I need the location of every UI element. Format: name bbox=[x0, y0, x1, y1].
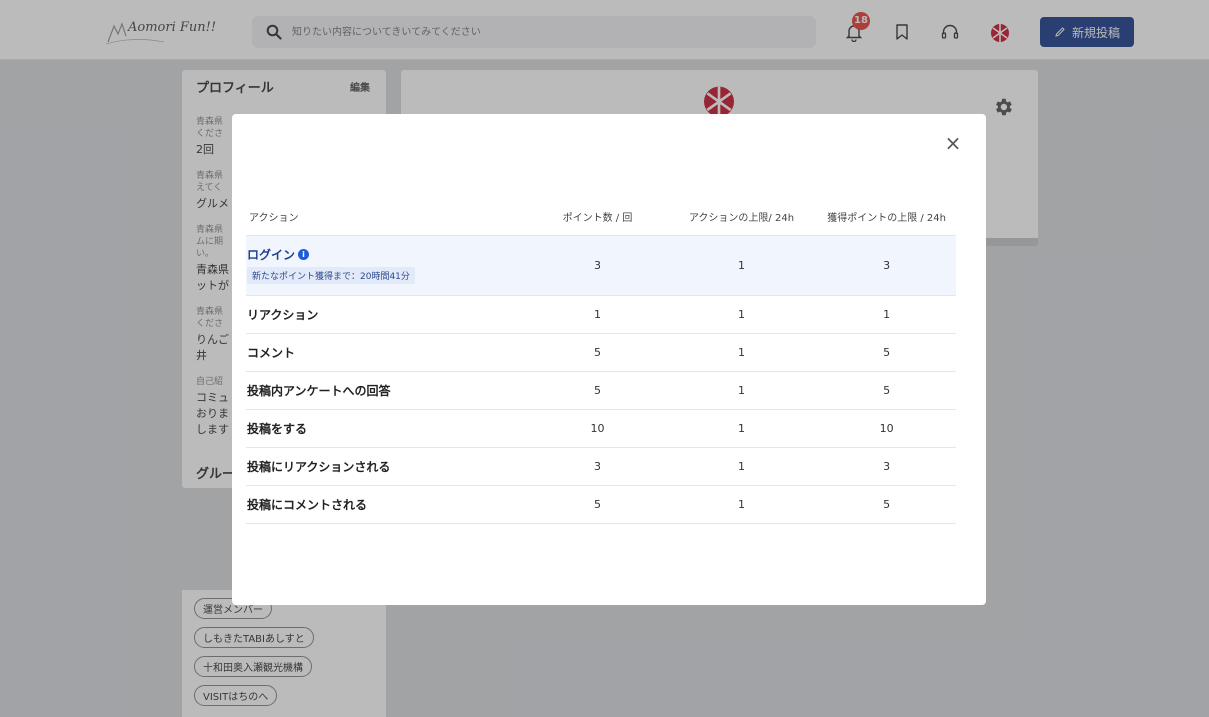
action-limit-cell: 1 bbox=[665, 371, 818, 410]
points-table: アクション ポイント数 / 回 アクションの上限/ 24h 獲得ポイントの上限 … bbox=[246, 198, 956, 524]
table-row: リアクション 1 1 1 bbox=[246, 295, 956, 334]
column-header-action-limit: アクションの上限/ 24h bbox=[665, 198, 818, 236]
action-limit-cell: 1 bbox=[665, 485, 818, 524]
next-point-countdown: 新たなポイント獲得まで：20時間41分 bbox=[247, 267, 415, 284]
points-limit-cell: 3 bbox=[817, 447, 956, 486]
points-limit-cell: 5 bbox=[817, 485, 956, 524]
action-cell: ログイン i 新たなポイント獲得まで：20時間41分 bbox=[246, 235, 530, 296]
table-row: 投稿にリアクションされる 3 1 3 bbox=[246, 447, 956, 486]
points-cell: 5 bbox=[529, 371, 666, 410]
info-icon[interactable]: i bbox=[298, 249, 310, 260]
action-cell: 投稿にリアクションされる bbox=[246, 447, 530, 486]
points-cell: 5 bbox=[529, 485, 666, 524]
points-limit-cell: 5 bbox=[817, 371, 956, 410]
action-limit-cell: 1 bbox=[665, 333, 818, 372]
login-label: ログイン bbox=[247, 248, 296, 262]
action-cell: コメント bbox=[246, 333, 530, 372]
points-limit-cell: 1 bbox=[817, 295, 956, 334]
action-limit-cell: 1 bbox=[665, 447, 818, 486]
action-limit-cell: 1 bbox=[665, 295, 818, 334]
column-header-action: アクション bbox=[246, 198, 530, 236]
action-cell: 投稿をする bbox=[246, 409, 530, 448]
action-cell: 投稿内アンケートへの回答 bbox=[246, 371, 530, 410]
table-header-row: アクション ポイント数 / 回 アクションの上限/ 24h 獲得ポイントの上限 … bbox=[246, 198, 956, 236]
table-row: コメント 5 1 5 bbox=[246, 333, 956, 372]
action-cell: 投稿にコメントされる bbox=[246, 485, 530, 524]
login-action[interactable]: ログイン i bbox=[247, 246, 310, 263]
points-cell: 3 bbox=[529, 235, 666, 296]
points-limit-cell: 10 bbox=[817, 409, 956, 448]
points-cell: 5 bbox=[529, 333, 666, 372]
table-row: ログイン i 新たなポイント獲得まで：20時間41分 3 1 3 bbox=[246, 235, 956, 296]
table-row: 投稿をする 10 1 10 bbox=[246, 409, 956, 448]
table-row: 投稿にコメントされる 5 1 5 bbox=[246, 485, 956, 524]
column-header-points-limit: 獲得ポイントの上限 / 24h bbox=[817, 198, 956, 236]
action-limit-cell: 1 bbox=[665, 409, 818, 448]
points-limit-cell: 5 bbox=[817, 333, 956, 372]
action-limit-cell: 1 bbox=[665, 235, 818, 296]
action-cell: リアクション bbox=[246, 295, 530, 334]
points-modal: × アクション ポイント数 / 回 アクションの上限/ 24h 獲得ポイントの上… bbox=[232, 114, 986, 605]
points-cell: 1 bbox=[529, 295, 666, 334]
points-limit-cell: 3 bbox=[817, 235, 956, 296]
points-cell: 10 bbox=[529, 409, 666, 448]
close-icon[interactable]: × bbox=[944, 133, 962, 153]
table-row: 投稿内アンケートへの回答 5 1 5 bbox=[246, 371, 956, 410]
points-cell: 3 bbox=[529, 447, 666, 486]
column-header-points: ポイント数 / 回 bbox=[529, 198, 666, 236]
